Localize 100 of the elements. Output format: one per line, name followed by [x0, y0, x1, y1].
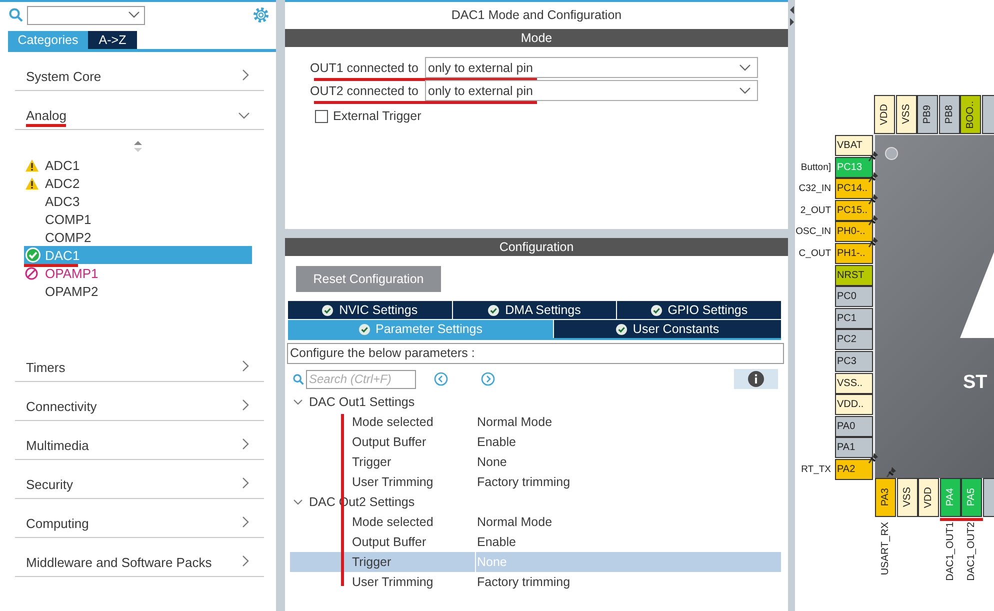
settings-icon[interactable]: [252, 6, 270, 24]
settings-tab[interactable]: DMA Settings: [452, 301, 616, 319]
chevron-right-icon[interactable]: [242, 477, 250, 489]
search-field[interactable]: Search (Ctrl+F): [306, 370, 416, 388]
category-row[interactable]: System Core: [15, 52, 264, 91]
check-circle-icon: [322, 304, 334, 316]
chip-pin[interactable]: PH0-..: [835, 221, 873, 242]
check-circle-icon: [488, 304, 500, 316]
chip-pin[interactable]: VDD..: [835, 394, 873, 416]
chevron-right-icon[interactable]: [242, 438, 250, 450]
chip-pin[interactable]: PA0: [835, 416, 873, 437]
peripheral-item[interactable]: COMP1: [24, 210, 252, 228]
parameter-row[interactable]: Trigger None: [290, 552, 781, 572]
chip-pin[interactable]: VDD: [874, 95, 895, 134]
settings-tab[interactable]: NVIC Settings: [288, 301, 452, 319]
chevron-right-icon[interactable]: [242, 360, 250, 372]
parameter-row[interactable]: User Trimming Factory trimming: [290, 572, 781, 592]
category-row[interactable]: Multimedia: [15, 421, 264, 460]
chip-pin[interactable]: VDD: [918, 478, 939, 517]
chip-pin[interactable]: VSS: [896, 95, 916, 134]
signal-label: C32_IN: [798, 182, 831, 196]
chip-pin[interactable]: PC15..: [835, 200, 873, 221]
warning-icon: [25, 176, 39, 190]
chip-pin[interactable]: PA1: [835, 437, 873, 458]
category-label: Analog: [26, 108, 66, 124]
chip-pin[interactable]: PC2: [835, 329, 873, 350]
chip-pin[interactable]: NRST: [835, 264, 873, 286]
peripheral-item[interactable]: OPAMP2: [24, 282, 252, 300]
parameter-name: Mode selected: [351, 414, 434, 431]
signal-label: DAC1_OUT2: [965, 522, 978, 581]
category-row[interactable]: Timers: [15, 343, 264, 382]
chevron-down-icon[interactable]: [293, 498, 303, 506]
signal-label: DAC1_OUT1: [944, 522, 956, 581]
parameter-row[interactable]: User Trimming Factory trimming: [290, 472, 781, 492]
parameter-row[interactable]: Output Buffer Enable: [290, 532, 781, 552]
chip-pin[interactable]: PC3: [835, 351, 873, 372]
parameter-name: Trigger: [351, 554, 392, 571]
category-label: Connectivity: [26, 399, 97, 415]
dropdown-field[interactable]: only to external pin: [425, 57, 758, 78]
category-row[interactable]: Security: [15, 460, 264, 499]
dropdown-field[interactable]: only to external pin: [425, 80, 758, 101]
peripheral-item[interactable]: COMP2: [24, 228, 252, 246]
next-icon[interactable]: [481, 372, 495, 386]
signal-label: RT_TX: [800, 463, 831, 477]
info-button[interactable]: [734, 369, 778, 389]
parameter-value: Enable: [476, 534, 517, 551]
chevron-down-icon: [739, 64, 751, 72]
chevron-right-icon[interactable]: [242, 516, 250, 528]
settings-tab[interactable]: GPIO Settings: [617, 301, 781, 319]
chip-pin[interactable]: PB8: [938, 95, 960, 134]
previous-icon[interactable]: [434, 372, 448, 386]
peripheral-item[interactable]: ADC2: [24, 174, 252, 192]
signal-label: 2_OUT: [799, 204, 831, 218]
category-row[interactable]: Analog: [15, 91, 264, 130]
chevron-right-icon[interactable]: [242, 399, 250, 411]
parameter-name: Trigger: [351, 454, 392, 471]
category-tab[interactable]: A->Z: [88, 31, 137, 49]
category-label: Middleware and Software Packs: [26, 555, 212, 571]
tree-group[interactable]: DAC Out1 Settings: [290, 392, 781, 412]
chip-pin[interactable]: VSS: [896, 478, 918, 517]
chip-pin[interactable]: PA3: [875, 478, 896, 517]
sort-icon[interactable]: [134, 141, 142, 152]
section-header: Configuration: [285, 238, 788, 256]
chevron-right-icon[interactable]: [242, 69, 250, 81]
category-row[interactable]: Connectivity: [15, 382, 264, 421]
settings-tab[interactable]: User Constants: [554, 320, 781, 338]
peripheral-item[interactable]: ADC1: [24, 156, 252, 174]
parameter-row[interactable]: Mode selected Normal Mode: [290, 512, 781, 532]
parameter-value: None: [475, 552, 781, 572]
chip-pin[interactable]: VSS..: [835, 372, 873, 394]
search-dropdown[interactable]: [27, 6, 145, 24]
search-icon[interactable]: [9, 8, 23, 22]
chip-pin[interactable]: PC14..: [835, 178, 873, 200]
parameter-name: Mode selected: [351, 514, 434, 531]
collapse-arrows-icon[interactable]: [788, 4, 794, 28]
parameter-row[interactable]: Trigger None: [290, 452, 781, 472]
checkbox[interactable]: [315, 110, 328, 122]
parameter-name: Output Buffer: [351, 434, 428, 451]
category-row[interactable]: Middleware and Software Packs: [15, 538, 264, 577]
chevron-down-icon[interactable]: [293, 398, 303, 406]
chip-pin[interactable]: PC1: [835, 308, 873, 329]
search-icon: [293, 374, 304, 384]
check-circle-icon: [358, 324, 370, 334]
chip-pin[interactable]: VBAT: [835, 135, 873, 156]
parameter-row[interactable]: Output Buffer Enable: [290, 432, 781, 452]
chip-pin[interactable]: PH1-..: [835, 243, 873, 264]
chip-pin[interactable]: PA2: [835, 459, 873, 480]
chevron-right-icon[interactable]: [242, 555, 250, 567]
parameter-value: Factory trimming: [476, 574, 572, 591]
peripheral-item[interactable]: ADC3: [24, 192, 252, 210]
peripheral-item[interactable]: OPAMP1: [24, 264, 252, 282]
chip-pin[interactable]: PC0: [835, 286, 873, 308]
parameter-row[interactable]: Mode selected Normal Mode: [290, 412, 781, 432]
chip-label: ST: [963, 372, 988, 394]
parameter-value: None: [476, 454, 508, 471]
chevron-down-icon: [128, 11, 140, 19]
chevron-down-icon[interactable]: [238, 112, 250, 120]
chip-pin[interactable]: BOO..: [960, 95, 981, 134]
chip-pin[interactable]: PB9: [917, 95, 938, 134]
category-row[interactable]: Computing: [15, 499, 264, 538]
